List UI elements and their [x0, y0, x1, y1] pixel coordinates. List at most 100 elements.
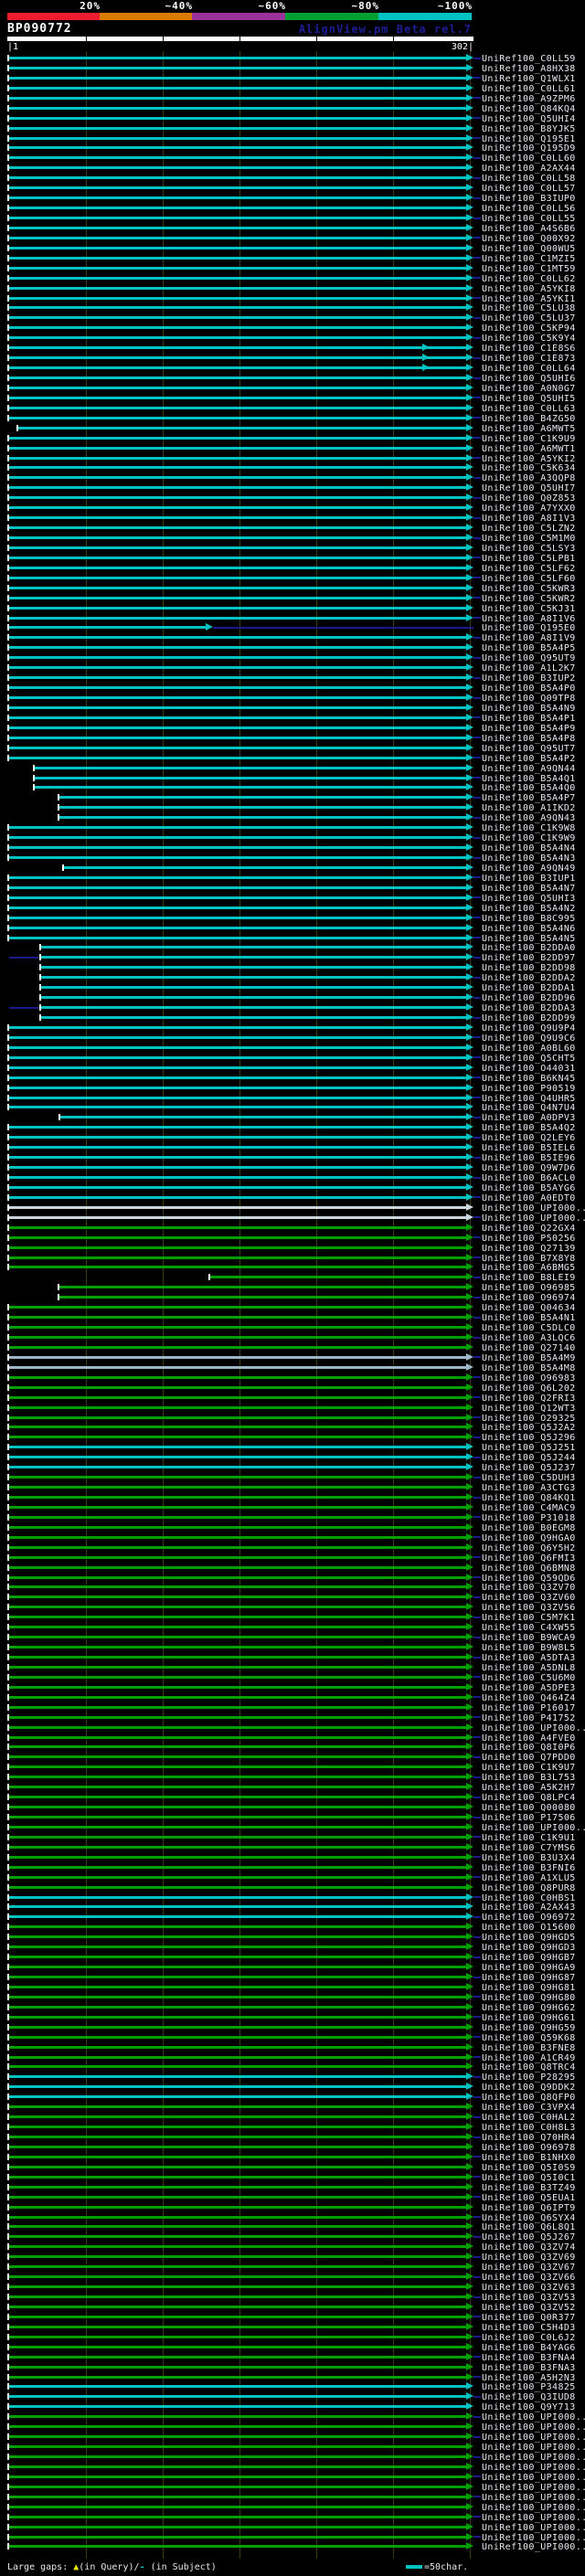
- alignment-row[interactable]: UniRef100_C5KWR3: [0, 583, 585, 594]
- alignment-row[interactable]: UniRef100_C5K634: [0, 462, 585, 473]
- alignment-row[interactable]: UniRef100_C5LU37: [0, 313, 585, 323]
- alignment-row[interactable]: UniRef100_A1CR49: [0, 2052, 585, 2063]
- alignment-row[interactable]: UniRef100_UPI000..: [0, 2482, 585, 2493]
- alignment-row[interactable]: UniRef100_C1K9U9: [0, 433, 585, 444]
- alignment-row[interactable]: UniRef100_B3FNA4: [0, 2352, 585, 2363]
- alignment-row[interactable]: UniRef100_A3LQC6: [0, 1332, 585, 1343]
- alignment-row[interactable]: UniRef100_Q27139: [0, 1243, 585, 1254]
- alignment-row[interactable]: UniRef100_A0EDT0: [0, 1193, 585, 1203]
- alignment-row[interactable]: UniRef100_B2DD96: [0, 992, 585, 1003]
- alignment-row[interactable]: UniRef100_C0LL61: [0, 83, 585, 94]
- alignment-row[interactable]: UniRef100_UPI000..: [0, 2492, 585, 2503]
- alignment-row[interactable]: UniRef100_B6KN45: [0, 1073, 585, 1084]
- alignment-row[interactable]: UniRef100_B2DD97: [0, 952, 585, 963]
- alignment-row[interactable]: UniRef100_Q0R377: [0, 2312, 585, 2323]
- alignment-row[interactable]: UniRef100_B0EGM8: [0, 1522, 585, 1533]
- alignment-row[interactable]: UniRef100_B5A4N5: [0, 933, 585, 944]
- alignment-row[interactable]: UniRef100_A6MWT1: [0, 443, 585, 454]
- alignment-row[interactable]: UniRef100_A4S6B6: [0, 223, 585, 234]
- alignment-row[interactable]: UniRef100_B1NHX0: [0, 2152, 585, 2163]
- alignment-row[interactable]: UniRef100_Q9HGD5: [0, 1932, 585, 1943]
- alignment-row[interactable]: UniRef100_B2DDA1: [0, 982, 585, 993]
- alignment-row[interactable]: UniRef100_B2DD98: [0, 962, 585, 973]
- alignment-row[interactable]: UniRef100_UPI000..: [0, 2522, 585, 2533]
- alignment-row[interactable]: UniRef100_C0H8L3: [0, 2122, 585, 2133]
- alignment-row[interactable]: UniRef100_C1MZI5: [0, 253, 585, 264]
- alignment-row[interactable]: UniRef100_Q5UHI7: [0, 482, 585, 493]
- alignment-row[interactable]: UniRef100_B5A4P5: [0, 642, 585, 653]
- alignment-row[interactable]: UniRef100_Q00WU5: [0, 243, 585, 254]
- alignment-row[interactable]: UniRef100_C5KP94: [0, 323, 585, 334]
- alignment-row[interactable]: UniRef100_B5A4N3: [0, 853, 585, 864]
- alignment-row[interactable]: UniRef100_B6ACL0: [0, 1172, 585, 1183]
- alignment-row[interactable]: UniRef100_A5K2H7: [0, 1782, 585, 1793]
- alignment-row[interactable]: UniRef100_Q5EUA1: [0, 2192, 585, 2203]
- alignment-row[interactable]: UniRef100_Q95UT9: [0, 652, 585, 663]
- alignment-row[interactable]: UniRef100_B9WCA9: [0, 1632, 585, 1643]
- alignment-row[interactable]: UniRef100_Q8QFP0: [0, 2092, 585, 2103]
- alignment-row[interactable]: UniRef100_O29325: [0, 1413, 585, 1424]
- alignment-row[interactable]: UniRef100_B5A4N4: [0, 843, 585, 853]
- alignment-row[interactable]: UniRef100_C0LL63: [0, 403, 585, 414]
- alignment-row[interactable]: UniRef100_Q9DDK2: [0, 2082, 585, 2093]
- alignment-row[interactable]: UniRef100_Q5J296: [0, 1432, 585, 1443]
- alignment-row[interactable]: UniRef100_UPI000..: [0, 2541, 585, 2552]
- alignment-row[interactable]: UniRef100_Q9HG61: [0, 2012, 585, 2023]
- alignment-row[interactable]: UniRef100_C0LL57: [0, 183, 585, 194]
- alignment-row[interactable]: UniRef100_C0LL60: [0, 153, 585, 164]
- alignment-row[interactable]: UniRef100_A3QQP8: [0, 472, 585, 483]
- alignment-row[interactable]: UniRef100_A1IKD2: [0, 802, 585, 813]
- alignment-row[interactable]: UniRef100_B5A4M9: [0, 1352, 585, 1363]
- alignment-row[interactable]: UniRef100_P90519: [0, 1083, 585, 1094]
- alignment-row[interactable]: UniRef100_B5A4Q2: [0, 1122, 585, 1133]
- alignment-row[interactable]: UniRef100_A2AX44: [0, 163, 585, 174]
- alignment-row[interactable]: UniRef100_UPI000..: [0, 1213, 585, 1224]
- alignment-row[interactable]: UniRef100_Q00080: [0, 1802, 585, 1813]
- alignment-row[interactable]: UniRef100_C5KWR2: [0, 593, 585, 604]
- alignment-row[interactable]: UniRef100_Q8TRC4: [0, 2062, 585, 2072]
- alignment-row[interactable]: UniRef100_Q4N7U4: [0, 1102, 585, 1113]
- alignment-row[interactable]: UniRef100_A9ZPM6: [0, 93, 585, 104]
- alignment-row[interactable]: UniRef100_B8LEI9: [0, 1272, 585, 1283]
- alignment-row[interactable]: UniRef100_Q3ZV67: [0, 2262, 585, 2273]
- alignment-row[interactable]: UniRef100_P16017: [0, 1702, 585, 1713]
- alignment-row[interactable]: UniRef100_O96978: [0, 2142, 585, 2153]
- alignment-row[interactable]: UniRef100_C0LL55: [0, 213, 585, 224]
- alignment-row[interactable]: UniRef100_Q9HGA0: [0, 1532, 585, 1543]
- alignment-row[interactable]: UniRef100_Q9HGD3: [0, 1942, 585, 1953]
- alignment-row[interactable]: UniRef100_Q4UHR5: [0, 1093, 585, 1104]
- alignment-row[interactable]: UniRef100_A1XLU5: [0, 1872, 585, 1883]
- alignment-row[interactable]: UniRef100_B2DDA0: [0, 942, 585, 953]
- alignment-row[interactable]: UniRef100_A0N0G7: [0, 383, 585, 394]
- alignment-row[interactable]: UniRef100_C5M1M0: [0, 533, 585, 544]
- alignment-row[interactable]: UniRef100_C5LSY3: [0, 543, 585, 554]
- alignment-row[interactable]: UniRef100_Q9HG59: [0, 2022, 585, 2033]
- alignment-row[interactable]: UniRef100_O96983: [0, 1373, 585, 1383]
- alignment-row[interactable]: UniRef100_C1MT59: [0, 263, 585, 274]
- alignment-row[interactable]: UniRef100_Q9HG62: [0, 2002, 585, 2013]
- alignment-row[interactable]: UniRef100_Q5I0S9: [0, 2162, 585, 2173]
- alignment-row[interactable]: UniRef100_Q7PDD0: [0, 1752, 585, 1763]
- alignment-row[interactable]: UniRef100_Q3ZV69: [0, 2252, 585, 2263]
- alignment-row[interactable]: UniRef100_C7YMS6: [0, 1842, 585, 1853]
- alignment-row[interactable]: UniRef100_A8I1V9: [0, 632, 585, 643]
- alignment-row[interactable]: UniRef100_B5IEL6: [0, 1142, 585, 1153]
- alignment-row[interactable]: UniRef100_Q5UHI6: [0, 373, 585, 384]
- alignment-row[interactable]: UniRef100_C5KJ31: [0, 603, 585, 614]
- alignment-row[interactable]: UniRef100_C5DUH3: [0, 1472, 585, 1483]
- alignment-row[interactable]: UniRef100_P28295: [0, 2072, 585, 2083]
- alignment-row[interactable]: UniRef100_A5DTA3: [0, 1652, 585, 1663]
- alignment-row[interactable]: UniRef100_C1K9U7: [0, 1762, 585, 1773]
- alignment-row[interactable]: UniRef100_A5YKI1: [0, 293, 585, 304]
- alignment-row[interactable]: UniRef100_Q3IUD8: [0, 2391, 585, 2402]
- alignment-row[interactable]: UniRef100_UPI000..: [0, 2512, 585, 2523]
- alignment-row[interactable]: UniRef100_C5LZN2: [0, 523, 585, 534]
- alignment-row[interactable]: UniRef100_Q9U9P4: [0, 1023, 585, 1034]
- alignment-row[interactable]: UniRef100_Q6Y5H2: [0, 1542, 585, 1553]
- alignment-row[interactable]: UniRef100_C1E8S6: [0, 343, 585, 354]
- alignment-row[interactable]: UniRef100_A5YKI2: [0, 453, 585, 464]
- alignment-row[interactable]: UniRef100_B7X8Y8: [0, 1253, 585, 1264]
- alignment-row[interactable]: UniRef100_A4FVE0: [0, 1733, 585, 1744]
- alignment-row[interactable]: UniRef100_Q464Z4: [0, 1692, 585, 1703]
- alignment-row[interactable]: UniRef100_UPI000..: [0, 2432, 585, 2443]
